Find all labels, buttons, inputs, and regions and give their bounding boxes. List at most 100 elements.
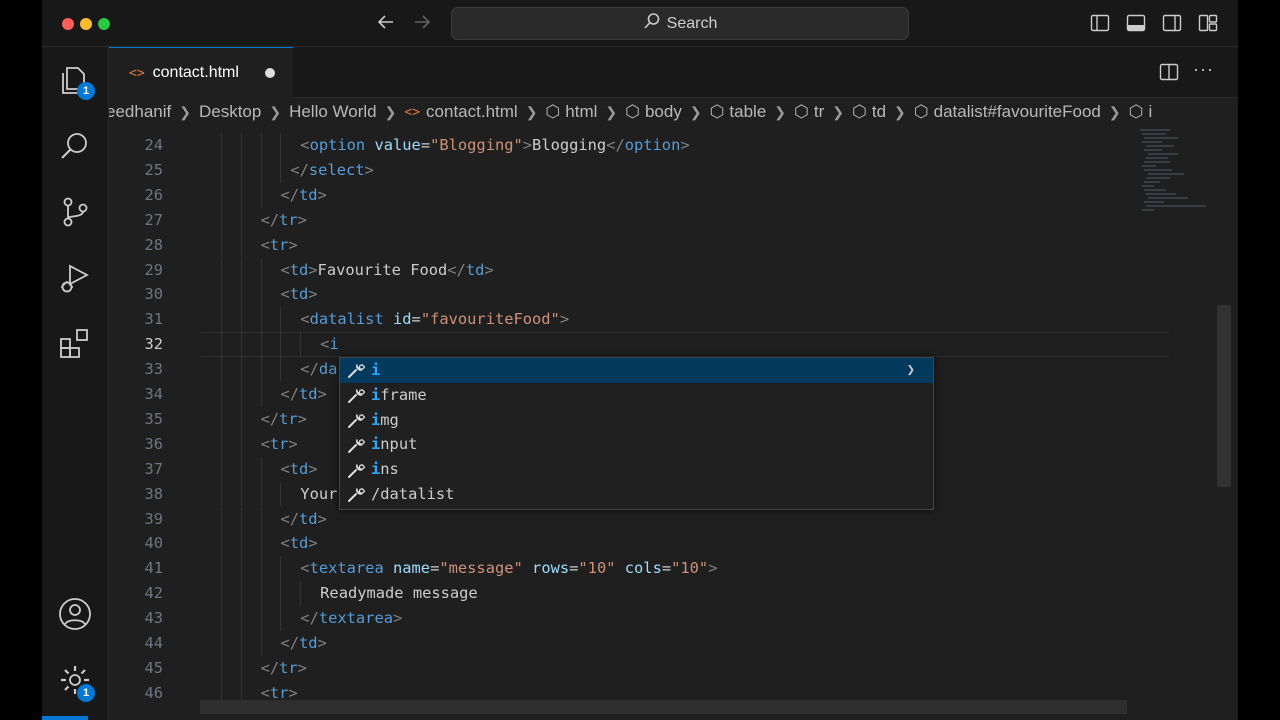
back-arrow-icon[interactable]	[374, 10, 398, 34]
code-line[interactable]: 44 </td>	[109, 631, 1169, 656]
breadcrumb-item[interactable]: tr	[814, 102, 824, 122]
breadcrumb-item[interactable]: eedhanif	[109, 102, 171, 122]
code-token: td	[298, 385, 318, 403]
suggestion-item[interactable]: img	[340, 408, 933, 433]
code-line[interactable]: 30 <td>	[109, 282, 1169, 308]
code-token: "message"	[439, 559, 523, 578]
code-line[interactable]: 25 </select>	[109, 157, 1169, 183]
chevron-right-icon[interactable]: ❯	[907, 358, 915, 383]
activity-bar: 1 1	[42, 47, 109, 720]
code-line[interactable]: 28 <tr>	[109, 232, 1169, 258]
indent-guide	[240, 282, 242, 308]
code-line[interactable]: 31 <datalist id="favouriteFood">	[109, 307, 1169, 333]
maximize-window-button[interactable]	[98, 18, 110, 30]
code-token: >	[364, 160, 374, 179]
explorer-icon[interactable]: 1	[58, 63, 95, 100]
code-line[interactable]: 45 </tr>	[109, 655, 1169, 681]
suggestion-item[interactable]: /datalist	[340, 482, 933, 507]
autocomplete-suggestions[interactable]: i ❯ iframe img input ins/datalist	[339, 357, 934, 510]
line-number: 37	[144, 459, 163, 478]
code-line[interactable]: 39 </td>	[109, 506, 1169, 532]
code-line[interactable]: 42 Readymade message	[109, 581, 1169, 607]
horizontal-scrollbar[interactable]	[200, 700, 1127, 714]
source-control-icon[interactable]	[58, 195, 92, 229]
wrench-icon	[345, 485, 367, 503]
search-view-icon[interactable]	[58, 129, 92, 163]
indent-guide	[260, 531, 262, 557]
toggle-primary-sidebar-icon[interactable]	[1090, 13, 1110, 33]
html-file-icon: <>	[129, 65, 145, 81]
breadcrumb-item[interactable]: Hello World	[289, 102, 377, 122]
close-window-button[interactable]	[62, 18, 74, 30]
breadcrumb-item[interactable]: td	[872, 102, 886, 122]
line-code: </td>	[280, 631, 326, 656]
code-line[interactable]: 32 <i	[109, 332, 1169, 358]
suggestion-item[interactable]: ins	[340, 457, 933, 482]
suggestion-match: i	[371, 385, 381, 404]
run-debug-icon[interactable]	[58, 261, 92, 295]
indent-guide	[280, 581, 282, 607]
element-cube-icon: ⬡	[794, 102, 809, 121]
toggle-secondary-sidebar-icon[interactable]	[1162, 13, 1182, 33]
code-line[interactable]: 43 </textarea>	[109, 606, 1169, 631]
code-token: </	[300, 360, 319, 379]
suggestion-label: /datalist	[371, 482, 454, 507]
code-token: td	[289, 459, 309, 478]
line-number: 40	[144, 534, 163, 553]
code-token: td	[289, 534, 309, 553]
minimize-window-button[interactable]	[80, 18, 92, 30]
code-token: textarea	[309, 559, 384, 578]
accounts-icon[interactable]	[58, 597, 92, 631]
chevron-right-icon: ❯	[179, 103, 191, 120]
suggestion-label: iframe	[371, 383, 427, 408]
indent-guide	[220, 232, 222, 258]
code-token: </	[280, 509, 299, 528]
code-token: </	[260, 210, 280, 229]
more-actions-icon[interactable]: ···	[1193, 59, 1214, 80]
indent-guide	[260, 133, 262, 158]
code-line[interactable]: 41 <textarea name="message" rows="10" col…	[109, 556, 1169, 582]
indent-guide	[220, 531, 222, 557]
line-number: 30	[144, 285, 163, 304]
vertical-scrollbar[interactable]	[1217, 305, 1231, 487]
code-token: >	[297, 658, 307, 677]
tab-contact-html[interactable]: <> contact.html	[109, 47, 293, 98]
line-code: <td>	[280, 282, 317, 307]
suggestion-item[interactable]: i ❯	[340, 358, 933, 383]
status-bar-remote-indicator[interactable]	[42, 716, 88, 720]
toggle-panel-icon[interactable]	[1126, 13, 1146, 33]
breadcrumb-item[interactable]: i	[1148, 102, 1152, 122]
extensions-icon[interactable]	[58, 327, 92, 361]
customize-layout-icon[interactable]	[1198, 13, 1218, 33]
code-token: <	[260, 235, 270, 254]
suggestion-item[interactable]: input	[340, 432, 933, 457]
chevron-right-icon: ❯	[605, 103, 618, 120]
code-line[interactable]: 40 <td>	[109, 531, 1169, 557]
breadcrumb-item[interactable]: table	[729, 102, 766, 122]
breadcrumb-item[interactable]: body	[645, 102, 682, 122]
code-line[interactable]: 27 </tr>	[109, 207, 1169, 233]
forward-arrow-icon[interactable]	[410, 10, 434, 34]
code-token: >	[392, 609, 403, 628]
breadcrumb-item[interactable]: Desktop	[199, 102, 261, 122]
wrench-icon	[345, 386, 367, 404]
breadcrumb-item[interactable]: contact.html	[426, 102, 518, 122]
split-editor-icon[interactable]	[1159, 62, 1179, 82]
code-line[interactable]: 26 </td>	[109, 182, 1169, 208]
code-line[interactable]: 29 <td>Favourite Food</td>	[109, 257, 1169, 283]
manage-gear-icon[interactable]: 1	[58, 663, 95, 702]
unsaved-dot-icon[interactable]	[264, 68, 275, 78]
code-token: Blogging	[532, 136, 607, 154]
code-token: Favourite Food	[317, 260, 448, 279]
code-line[interactable]: 24 <option value="Blogging">Blogging</opt…	[109, 133, 1169, 158]
suggestion-item[interactable]: iframe	[340, 383, 933, 408]
breadcrumb-item[interactable]: datalist#favouriteFood	[934, 102, 1101, 122]
code-token: tr	[279, 409, 298, 428]
line-code: </td>	[280, 507, 326, 532]
breadcrumb-item[interactable]: html	[565, 102, 597, 122]
command-center-search[interactable]: Search	[451, 7, 909, 40]
line-code: <i	[320, 332, 339, 357]
code-token: >	[317, 634, 327, 652]
minimap[interactable]	[1132, 126, 1222, 720]
code-token: id	[393, 310, 412, 329]
